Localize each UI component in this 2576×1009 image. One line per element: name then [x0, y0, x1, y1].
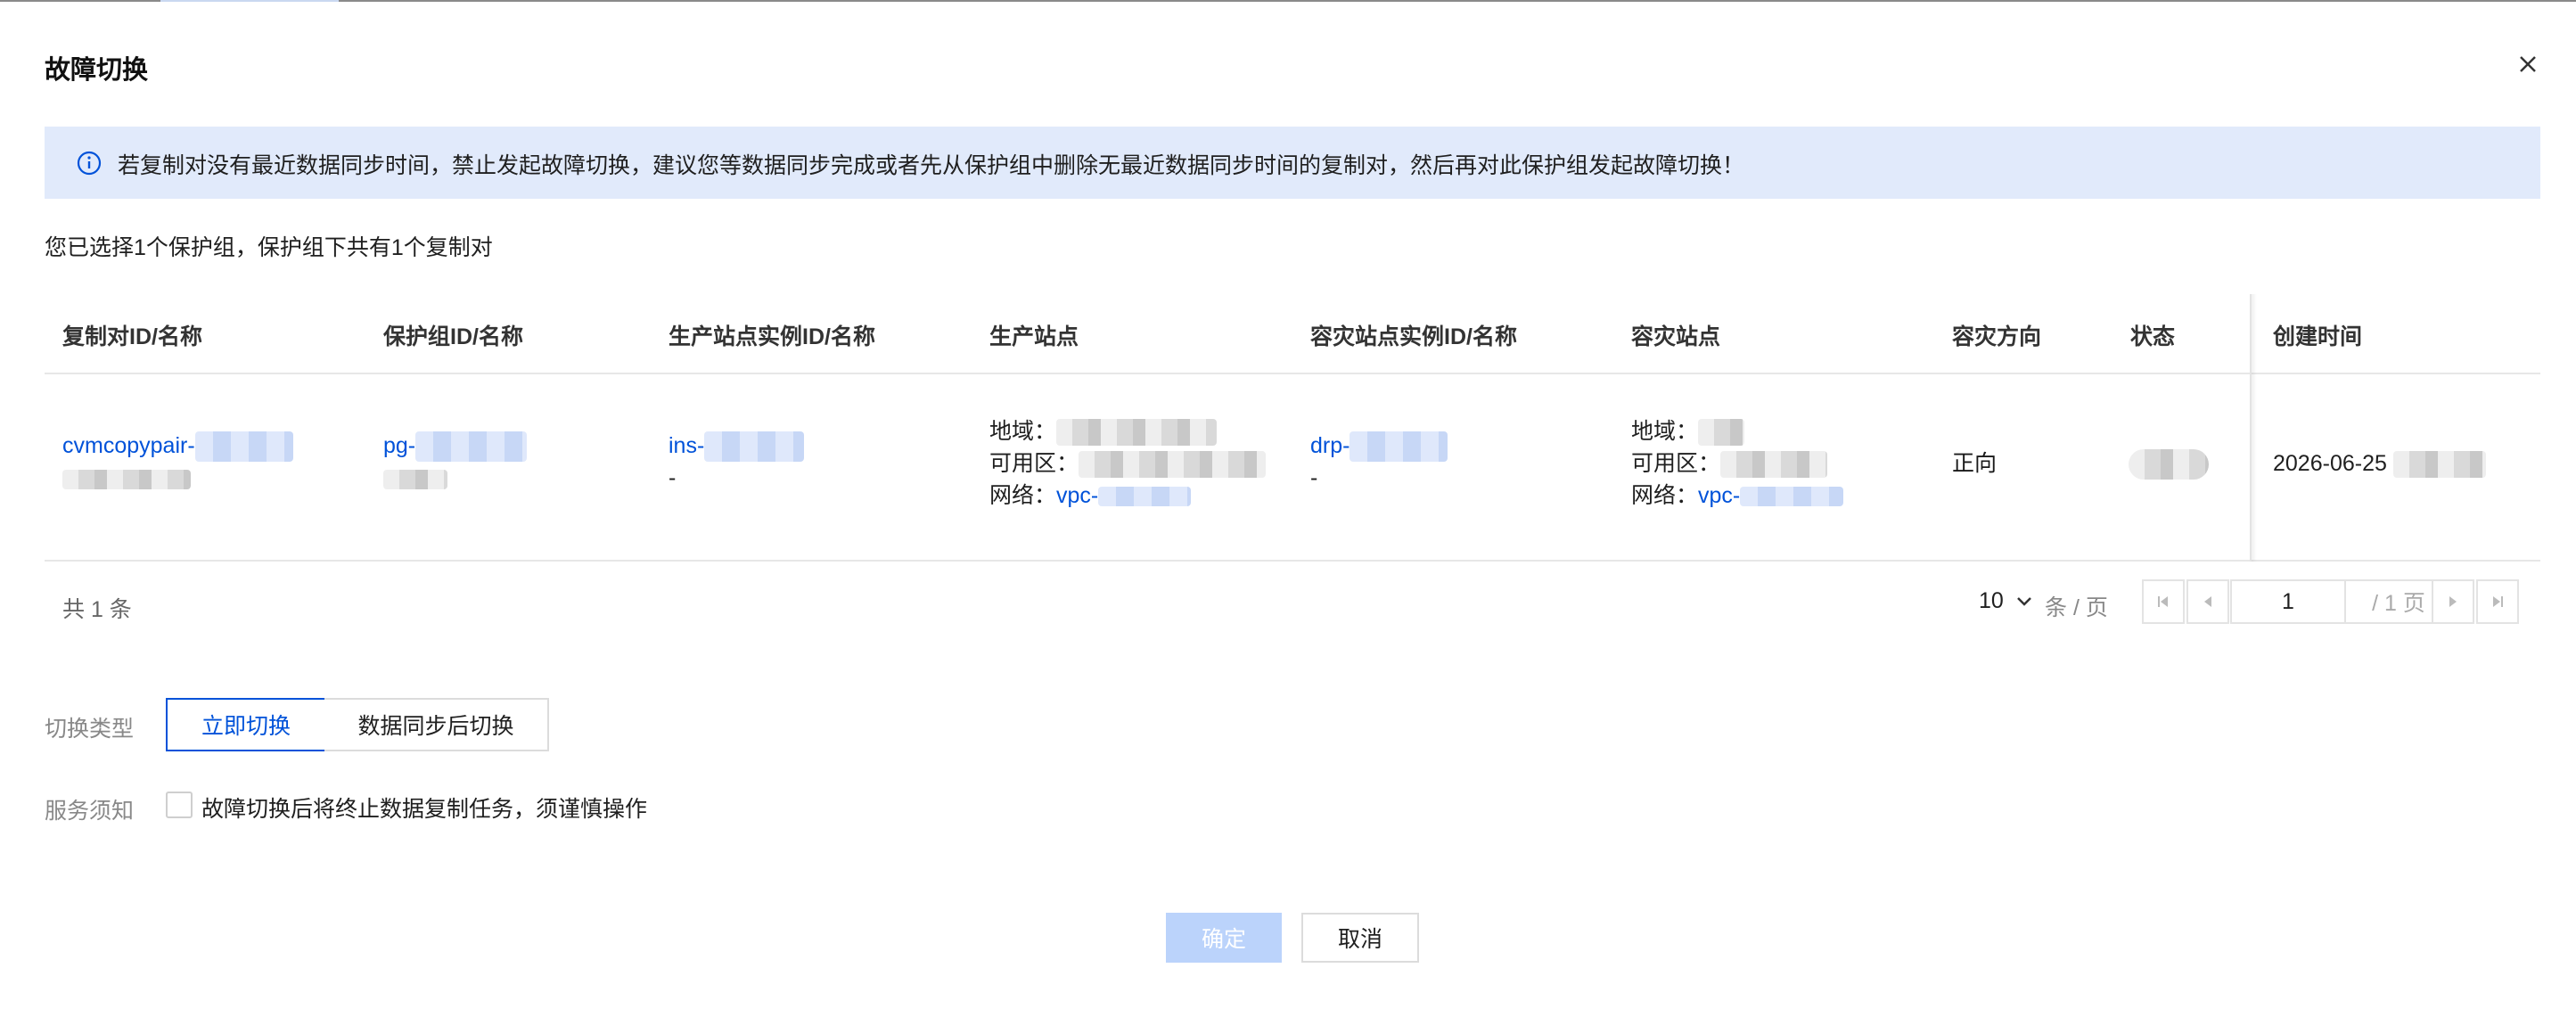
- redacted-dr-instance: [1350, 431, 1448, 463]
- table-row: cvmcopypair- pg- ins- - 地域： 可用区： 网络：vpc-…: [45, 374, 2540, 562]
- prod-region-label: 地域：: [989, 419, 1057, 444]
- th-prod-instance: 生产站点实例ID/名称: [669, 324, 875, 349]
- page-number-input[interactable]: [2230, 579, 2346, 624]
- cancel-button[interactable]: 取消: [1301, 913, 1419, 963]
- prod-network-label: 网络：: [989, 483, 1057, 508]
- dr-vpc-link[interactable]: vpc-: [1698, 483, 1740, 508]
- redacted-prod-instance: [704, 431, 805, 463]
- agreement-checkbox[interactable]: [166, 792, 193, 818]
- agreement-text[interactable]: 故障切换后将终止数据复制任务，须谨慎操作: [201, 792, 647, 824]
- dr-instance-name: -: [1310, 465, 1318, 491]
- prod-instance-cell: ins- -: [669, 430, 805, 494]
- first-page-button[interactable]: [2142, 579, 2185, 624]
- confirm-button[interactable]: 确定: [1166, 913, 1282, 963]
- first-page-icon: [2158, 596, 2168, 607]
- pair-id-link[interactable]: cvmcopypair-: [62, 433, 195, 458]
- dr-network-label: 网络：: [1631, 483, 1699, 508]
- dialog-title: 故障切换: [45, 56, 149, 85]
- group-id-link[interactable]: pg-: [383, 433, 415, 458]
- option-immediate-switch[interactable]: 立即切换: [166, 698, 326, 751]
- prod-vpc-link[interactable]: vpc-: [1056, 483, 1098, 508]
- per-page-label: 条 / 页: [2045, 595, 2108, 620]
- direction-cell: 正向: [1952, 451, 1998, 476]
- info-icon: [77, 151, 102, 176]
- notice-text: 若复制对没有最近数据同步时间，禁止发起故障切换，建议您等数据同步完成或者先从保护…: [118, 153, 1745, 178]
- created-cell: 2026-06-25: [2273, 447, 2486, 480]
- th-created: 创建时间: [2273, 324, 2363, 349]
- dr-instance-cell: drp- -: [1310, 430, 1448, 494]
- redacted-dr-vpc: [1740, 487, 1844, 507]
- group-id-cell: pg-: [383, 430, 528, 494]
- th-direction: 容灾方向: [1952, 324, 2042, 349]
- dr-zone-label: 可用区：: [1631, 451, 1721, 476]
- prev-page-button[interactable]: [2186, 579, 2229, 624]
- last-page-icon: [2493, 596, 2503, 607]
- th-status: 状态: [2130, 324, 2176, 349]
- page-size-select[interactable]: 10: [1979, 588, 2033, 614]
- prod-zone-label: 可用区：: [989, 451, 1079, 476]
- redacted-prod-vpc: [1098, 487, 1192, 507]
- redacted-dr-zone: [1720, 451, 1828, 479]
- th-dr-site: 容灾站点: [1631, 324, 1721, 349]
- status-cell: [2129, 447, 2209, 480]
- prod-site-cell: 地域： 可用区： 网络：vpc-: [989, 415, 1267, 512]
- prod-instance-link[interactable]: ins-: [669, 433, 704, 458]
- redacted-pair-id: [194, 431, 293, 463]
- pair-id-cell: cvmcopypair-: [62, 430, 293, 494]
- redacted-prod-region: [1056, 419, 1218, 447]
- redacted-group-id: [415, 431, 528, 463]
- prod-instance-name: -: [669, 465, 677, 491]
- th-prod-site: 生产站点: [989, 324, 1079, 349]
- dr-site-cell: 地域： 可用区： 网络：vpc-: [1631, 415, 1844, 512]
- top-border-accent: [160, 0, 339, 2]
- redacted-dr-region: [1698, 419, 1745, 447]
- last-page-button[interactable]: [2476, 579, 2519, 624]
- top-border: [0, 0, 2576, 2]
- redacted-pair-name: [62, 469, 191, 489]
- page-size-value: 10: [1979, 588, 2004, 613]
- th-dr-instance: 容灾站点实例ID/名称: [1310, 324, 1517, 349]
- fixed-column-shadow: [2252, 294, 2257, 562]
- th-group-id: 保护组ID/名称: [383, 324, 523, 349]
- created-date: 2026-06-25: [2273, 451, 2387, 476]
- close-icon[interactable]: [2512, 48, 2544, 80]
- th-pair-id: 复制对ID/名称: [62, 324, 202, 349]
- total-count: 共 1 条: [62, 597, 132, 622]
- chevron-down-icon: [2016, 597, 2031, 607]
- dr-region-label: 地域：: [1631, 419, 1699, 444]
- next-page-button[interactable]: [2432, 579, 2474, 624]
- notice-banner: 若复制对没有最近数据同步时间，禁止发起故障切换，建议您等数据同步完成或者先从保护…: [45, 127, 2540, 199]
- redacted-created-time: [2392, 451, 2486, 479]
- table-header: 复制对ID/名称 保护组ID/名称 生产站点实例ID/名称 生产站点 容灾站点实…: [45, 294, 2540, 374]
- dr-instance-link[interactable]: drp-: [1310, 433, 1350, 458]
- prev-page-icon: [2204, 596, 2211, 607]
- redacted-status: [2129, 449, 2209, 480]
- selection-summary: 您已选择1个保护组，保护组下共有1个复制对: [45, 235, 493, 260]
- service-notice-label: 服务须知: [45, 799, 135, 824]
- next-page-icon: [2449, 596, 2457, 607]
- option-switch-after-sync[interactable]: 数据同步后切换: [324, 698, 549, 751]
- redacted-group-name: [383, 469, 447, 489]
- switch-type-label: 切换类型: [45, 717, 135, 742]
- redacted-prod-zone: [1079, 451, 1267, 479]
